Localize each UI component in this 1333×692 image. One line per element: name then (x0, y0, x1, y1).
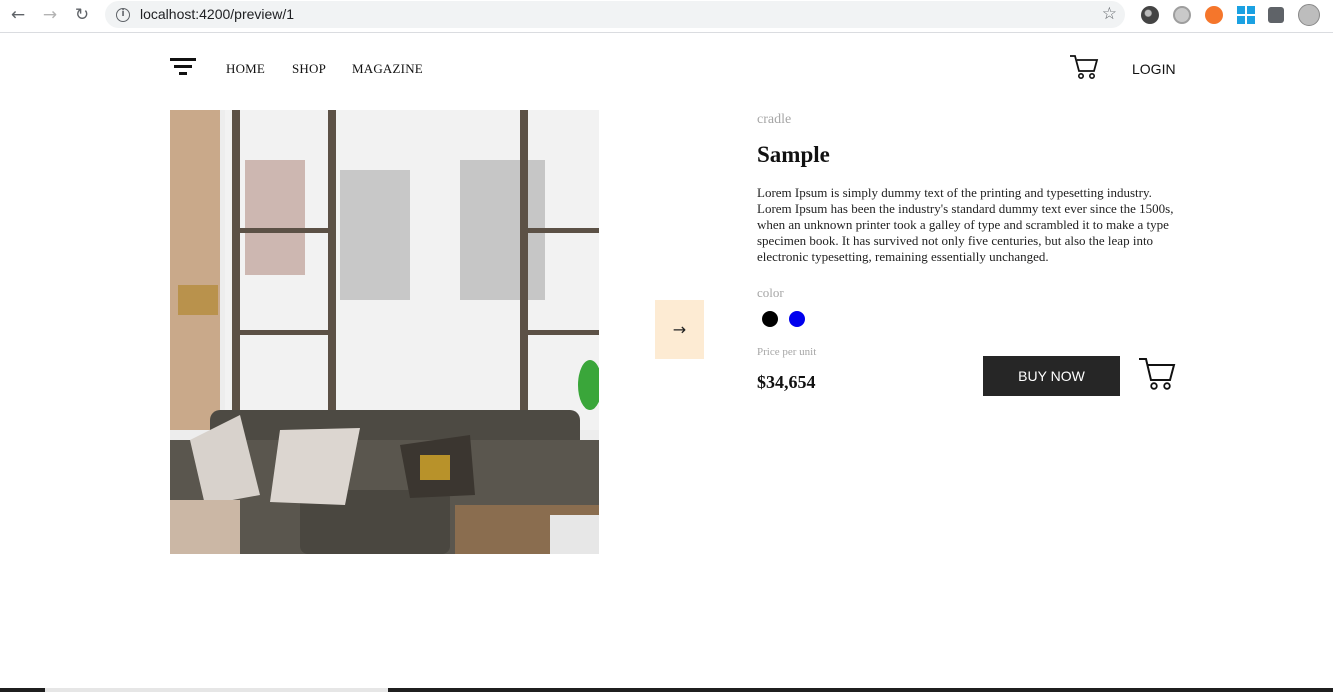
product-image (170, 110, 599, 554)
forward-button[interactable]: → (38, 5, 62, 25)
price-value: $34,654 (757, 372, 816, 392)
profile-avatar-icon[interactable] (1298, 4, 1320, 26)
add-to-cart-icon[interactable] (1138, 356, 1176, 392)
login-link[interactable]: LOGIN (1132, 61, 1176, 77)
address-bar[interactable]: i localhost:4200/preview/1 ☆ (105, 1, 1125, 28)
puzzle-icon[interactable] (1268, 7, 1284, 23)
url-text: localhost:4200/preview/1 (140, 6, 295, 22)
bottom-bar-highlight (45, 688, 388, 692)
product-description: Lorem Ipsum is simply dummy text of the … (757, 185, 1174, 264)
arrow-right-icon: → (672, 320, 687, 339)
color-swatch-black[interactable] (762, 311, 778, 327)
nav-home[interactable]: HOME (226, 61, 265, 77)
grey-globe-extension-icon[interactable] (1173, 6, 1191, 24)
back-button[interactable]: ← (6, 5, 30, 25)
reload-button[interactable]: ↻ (70, 5, 94, 25)
browser-toolbar: ← → ↻ i localhost:4200/preview/1 ☆ (0, 0, 1333, 33)
windows-extension-icon[interactable] (1237, 6, 1255, 24)
orange-extension-icon[interactable] (1205, 6, 1223, 24)
cart-icon[interactable] (1069, 53, 1099, 81)
info-icon[interactable]: i (116, 8, 130, 22)
nav-magazine[interactable]: MAGAZINE (352, 61, 423, 77)
dark-circle-extension-icon[interactable] (1141, 6, 1159, 24)
product-category: cradle (757, 112, 792, 127)
color-swatch-blue[interactable] (789, 311, 805, 327)
hamburger-icon[interactable] (170, 58, 196, 76)
nav-shop[interactable]: SHOP (292, 61, 326, 77)
color-label: color (757, 285, 784, 300)
next-image-button[interactable]: → (655, 300, 704, 359)
star-icon[interactable]: ☆ (1102, 4, 1117, 24)
price-label: Price per unit (757, 346, 817, 358)
product-title: Sample (757, 142, 830, 167)
buy-now-button[interactable]: BUY NOW (983, 356, 1120, 396)
